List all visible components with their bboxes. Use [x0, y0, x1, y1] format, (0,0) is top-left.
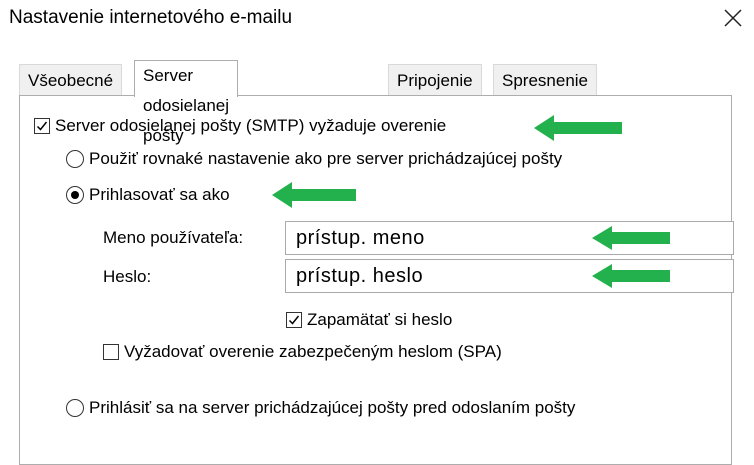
checkbox-label: Vyžadovať overenie zabezpečeným heslom (…	[124, 342, 502, 361]
radio-button	[66, 186, 84, 204]
remember-password-checkbox[interactable]: Zapamätať si heslo	[286, 310, 452, 330]
checkbox-box	[103, 344, 119, 360]
radio-button	[66, 150, 84, 168]
tab-outgoing-server[interactable]: Server odosielanej pošty	[134, 60, 239, 145]
log-on-using-radio[interactable]: Prihlasovať sa ako	[66, 185, 230, 205]
same-settings-radio[interactable]: Použiť rovnaké nastavenie ako pre server…	[66, 149, 562, 169]
checkmark-icon	[36, 121, 48, 131]
log-on-incoming-first-radio[interactable]: Prihlásiť sa na server prichádzajúcej po…	[66, 398, 575, 418]
radio-label: Prihlásiť sa na server prichádzajúcej po…	[89, 398, 576, 417]
radio-button	[66, 399, 84, 417]
tab-general[interactable]: Všeobecné	[19, 64, 123, 96]
close-icon	[724, 9, 742, 27]
checkbox-label: Server odosielanej pošty (SMTP) vyžaduje…	[55, 116, 447, 135]
checkbox-label: Zapamätať si heslo	[307, 310, 453, 329]
radio-label: Prihlasovať sa ako	[89, 185, 230, 204]
tab-advanced[interactable]: Spresnenie	[493, 64, 598, 96]
dialog-title: Nastavenie internetového e-mailu	[9, 7, 293, 28]
close-button[interactable]	[722, 7, 744, 29]
green-arrow-icon	[592, 226, 670, 250]
green-arrow-icon	[534, 115, 622, 141]
smtp-requires-auth-checkbox[interactable]: Server odosielanej pošty (SMTP) vyžaduje…	[34, 116, 446, 136]
username-label: Meno používateľa:	[103, 228, 244, 247]
green-arrow-icon	[592, 264, 670, 288]
green-arrow-icon	[272, 182, 356, 208]
radio-label: Použiť rovnaké nastavenie ako pre server…	[89, 149, 563, 168]
checkmark-icon	[288, 315, 300, 325]
password-label: Heslo:	[103, 267, 152, 286]
checkbox-box	[34, 118, 50, 134]
checkbox-box	[286, 312, 302, 328]
require-spa-checkbox[interactable]: Vyžadovať overenie zabezpečeným heslom (…	[103, 342, 502, 362]
tab-connection[interactable]: Pripojenie	[388, 64, 482, 96]
